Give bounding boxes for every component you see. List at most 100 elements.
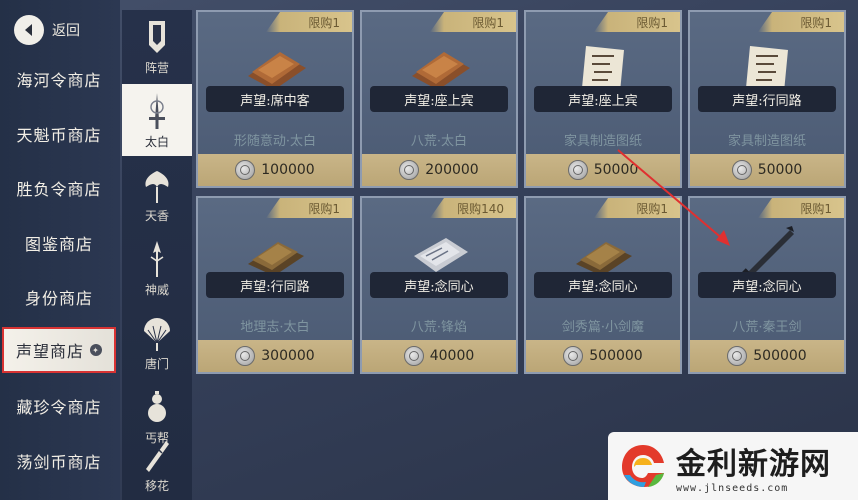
price-bar[interactable]: 100000 (198, 154, 352, 186)
back-label: 返回 (52, 23, 80, 39)
sidebar-item-label: 声望商店 (15, 342, 84, 361)
tab-label: 神威 (144, 283, 169, 297)
item-name: 八荒·锋焰 (410, 320, 468, 335)
item-card[interactable]: 限购1 声望:席中客 形随意动·太白 100000 (196, 10, 354, 188)
price-bar[interactable]: 50000 (526, 154, 680, 186)
tab-label: 阵营 (144, 61, 169, 75)
limit-tag: 限购1 (594, 198, 680, 218)
shenwei-spear-icon (150, 241, 164, 277)
tab-label: 天香 (144, 209, 169, 223)
tab-tangmen[interactable]: 唐门 (122, 306, 192, 378)
price-bar[interactable]: 40000 (362, 340, 516, 372)
sidebar-item-tiankuibi[interactable]: 天魁币商店 (0, 111, 118, 157)
item-card[interactable]: 限购1 声望:行同路 家具制造图纸 50000 (688, 10, 846, 188)
price: 50000 (593, 162, 639, 178)
watermark-url: www.jlnseeds.com (676, 482, 789, 494)
back-button[interactable]: 返回 (14, 14, 94, 46)
sidebar-item-shengfuling[interactable]: 胜负令商店 (0, 165, 118, 211)
item-card[interactable]: 限购140 声望:念同心 八荒·锋焰 40000 (360, 196, 518, 374)
sect-tabs: 阵营 太白 天香 神威 唐门 丐帮 移花 (122, 10, 192, 500)
sidebar-item-label: 荡剑币商店 (16, 453, 102, 472)
limit-tag: 限购140 (430, 198, 516, 218)
sidebar-item-tujian[interactable]: 图鉴商店 (0, 220, 118, 266)
tab-zhenying[interactable]: 阵营 (122, 10, 192, 82)
coin-icon (403, 346, 424, 366)
price-bar[interactable]: 500000 (690, 340, 844, 372)
sidebar-item-label: 藏珍令商店 (16, 398, 102, 417)
tangmen-fan-icon (144, 318, 170, 351)
item-name: 家具制造图纸 (727, 134, 806, 149)
sidebar-item-dangjianbi[interactable]: 荡剑币商店 (0, 438, 118, 484)
limit-tag: 限购1 (266, 12, 352, 32)
sidebar-item-label: 海河令商店 (16, 71, 102, 90)
item-name: 八荒·秦王剑 (732, 320, 802, 335)
coin-icon (563, 346, 584, 366)
site-logo (622, 445, 664, 487)
item-card[interactable]: 限购1 声望:座上宾 八荒·太白 200000 (360, 10, 518, 188)
price-bar[interactable]: 300000 (198, 340, 352, 372)
site-watermark: 金利新游网 www.jlnseeds.com (608, 432, 858, 500)
price: 50000 (757, 162, 803, 178)
watermark-title: 金利新游网 (676, 446, 831, 482)
reputation-requirement: 声望:席中客 (206, 86, 344, 112)
tab-yihua[interactable]: 移花 (122, 428, 192, 500)
limit-tag: 限购1 (266, 198, 352, 218)
tab-label: 移花 (144, 479, 169, 493)
price: 100000 (261, 162, 315, 178)
item-card[interactable]: 限购1 声望:行同路 地理志·太白 300000 (196, 196, 354, 374)
sidebar-item-shengwang[interactable]: 声望商店 ✦ (2, 327, 116, 373)
item-name: 家具制造图纸 (563, 134, 642, 149)
taibai-sword-icon (149, 93, 165, 129)
banner-icon (149, 21, 165, 53)
sidebar-item-label: 天魁币商店 (16, 126, 102, 145)
item-name: 八荒·太白 (410, 134, 468, 149)
price: 500000 (589, 348, 643, 364)
sidebar-item-label: 胜负令商店 (16, 180, 102, 199)
reputation-requirement: 声望:座上宾 (534, 86, 672, 112)
back-arrow-icon (14, 15, 44, 45)
tianxiang-flower-icon (145, 171, 169, 203)
price: 300000 (261, 348, 315, 364)
shop-sidebar: 返回 海河令商店 天魁币商店 胜负令商店 图鉴商店 身份商店 声望商店 ✦ 藏珍令… (0, 0, 120, 500)
price: 40000 (429, 348, 475, 364)
limit-tag: 限购1 (758, 12, 844, 32)
reputation-requirement: 声望:念同心 (534, 272, 672, 298)
price: 500000 (753, 348, 807, 364)
reputation-requirement: 声望:行同路 (698, 86, 836, 112)
item-card[interactable]: 限购1 声望:念同心 剑秀篇·小剑魔 500000 (524, 196, 682, 374)
reputation-requirement: 声望:念同心 (698, 272, 836, 298)
tab-shenwei[interactable]: 神威 (122, 232, 192, 304)
tab-taibai[interactable]: 太白 (122, 84, 192, 156)
coin-icon (727, 346, 748, 366)
item-card[interactable]: 限购1 声望:念同心 八荒·秦王剑 500000 (688, 196, 846, 374)
price-bar[interactable]: 200000 (362, 154, 516, 186)
coin-icon (399, 160, 420, 180)
reputation-requirement: 声望:座上宾 (370, 86, 508, 112)
coin-icon (235, 346, 256, 366)
coin-icon (731, 160, 752, 180)
sidebar-item-label: 图鉴商店 (24, 235, 93, 254)
coin-icon (235, 160, 256, 180)
price: 200000 (425, 162, 479, 178)
reputation-requirement: 声望:念同心 (370, 272, 508, 298)
price-bar[interactable]: 50000 (690, 154, 844, 186)
sidebar-item-label: 身份商店 (24, 289, 93, 308)
limit-tag: 限购1 (430, 12, 516, 32)
sidebar-item-haiheling[interactable]: 海河令商店 (0, 56, 118, 102)
item-card[interactable]: 限购1 声望:座上宾 家具制造图纸 50000 (524, 10, 682, 188)
sidebar-item-cangzhenling[interactable]: 藏珍令商店 (0, 383, 118, 429)
tab-label: 唐门 (144, 357, 169, 371)
gaibang-gourd-icon (148, 391, 166, 422)
tab-tianxiang[interactable]: 天香 (122, 158, 192, 230)
item-name: 形随意动·太白 (233, 134, 317, 149)
sidebar-item-shenfen[interactable]: 身份商店 (0, 274, 118, 320)
tab-label: 太白 (144, 135, 169, 149)
reputation-requirement: 声望:行同路 (206, 272, 344, 298)
item-name: 地理志·太白 (240, 320, 310, 335)
limit-tag: 限购1 (594, 12, 680, 32)
coin-icon (567, 160, 588, 180)
item-grid: 限购1 声望:席中客 形随意动·太白 100000 限购1 声望:座上宾 八荒·… (196, 10, 848, 382)
item-name: 剑秀篇·小剑魔 (561, 320, 645, 335)
price-bar[interactable]: 500000 (526, 340, 680, 372)
yihua-blade-icon (146, 441, 169, 472)
